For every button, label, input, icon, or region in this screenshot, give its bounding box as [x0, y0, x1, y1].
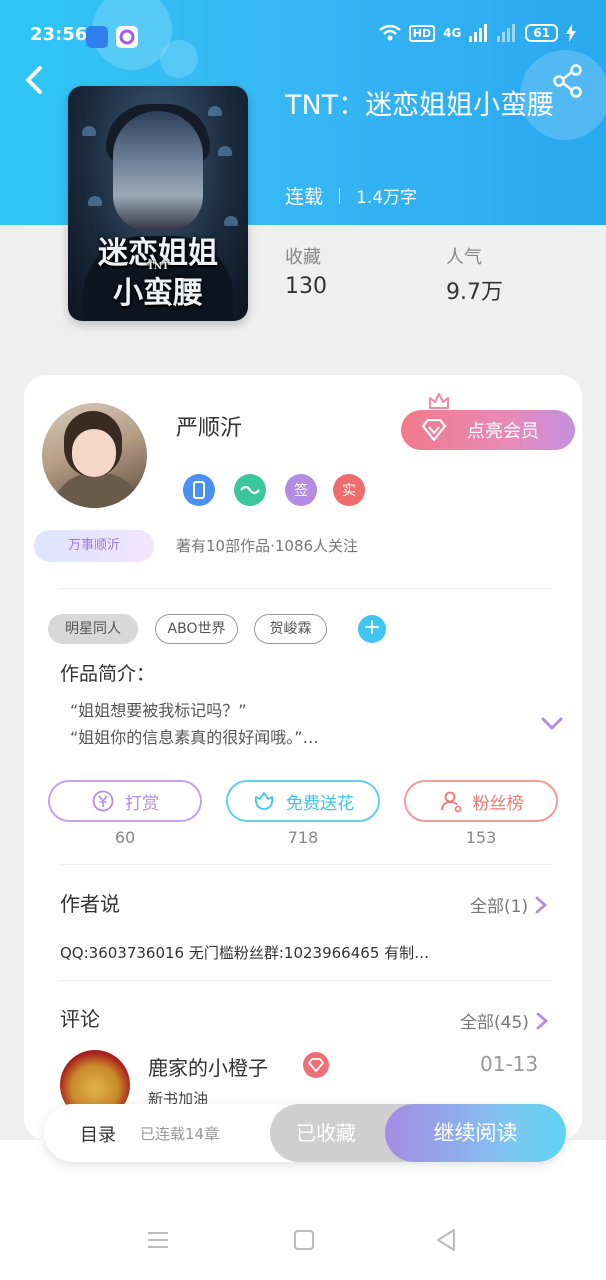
status-time: 23:56	[30, 24, 88, 45]
intro-line: “姐姐想要被我标记吗？”	[70, 701, 247, 720]
popularity-label: 人气	[446, 247, 482, 268]
home-nav-icon[interactable]	[292, 1228, 316, 1252]
vip-button-label: 点亮会员	[467, 421, 539, 442]
book-meta: 连载 1.4万字	[285, 182, 417, 209]
book-status: 连载	[285, 186, 324, 208]
share-icon[interactable]	[552, 64, 584, 98]
handshake-icon[interactable]	[234, 474, 266, 506]
collect-label: 收藏	[285, 247, 321, 268]
book-cover[interactable]: 迷恋姐姐 TNT 小蛮腰	[68, 86, 248, 321]
network-label: 4G	[443, 26, 462, 40]
verified-icon[interactable]: 实	[333, 474, 365, 506]
status-bar: 23:56 HD 4G 61	[0, 0, 606, 72]
intro-line: “姐姐你的信息素真的很好闻哦。”…	[70, 728, 319, 747]
cover-title-line2: 小蛮腰	[113, 276, 203, 311]
flower-count: 718	[287, 828, 319, 847]
fans-count: 153	[465, 828, 497, 847]
crown-icon	[429, 393, 449, 409]
comments-heading: 评论	[60, 1007, 100, 1031]
reward-button[interactable]: 打赏	[48, 780, 202, 822]
back-icon[interactable]	[20, 62, 52, 98]
author-say-more[interactable]: 全部(1)	[470, 892, 548, 917]
tag-chip[interactable]: 明星同人	[48, 614, 138, 644]
fans-rank-label: 粉丝榜	[472, 793, 524, 814]
add-tag-button[interactable]: +	[358, 615, 386, 643]
back-nav-icon[interactable]	[434, 1228, 458, 1252]
fans-rank-button[interactable]: 粉丝榜	[404, 780, 558, 822]
comments-more[interactable]: 全部(45)	[460, 1008, 549, 1033]
author-name[interactable]: 严顺沂	[176, 410, 242, 442]
author-works: 著有10部作品·1086人关注	[176, 537, 359, 555]
book-title: TNT：迷恋姐姐小蛮腰	[285, 90, 555, 121]
tag-chip[interactable]: ABO世界	[155, 614, 238, 644]
intro-heading: 作品简介：	[60, 663, 156, 685]
tag-chip[interactable]: 贺峻霖	[254, 614, 327, 644]
signal-off-icon	[497, 24, 516, 42]
chevron-down-icon[interactable]	[540, 714, 564, 734]
author-tag: 万事顺沂	[34, 530, 154, 562]
vip-button[interactable]: 点亮会员	[401, 410, 575, 450]
wifi-icon	[379, 24, 401, 41]
flower-icon	[254, 792, 274, 810]
toc-button[interactable]: 目录	[80, 1121, 116, 1147]
author-say-text[interactable]: QQ:3603736016 无门槛粉丝群:1023966465 有制…	[60, 942, 429, 963]
comments-more-label: 全部(45)	[460, 1013, 529, 1033]
reward-count: 60	[114, 828, 136, 847]
android-app-icon	[86, 26, 108, 48]
user-icon	[440, 791, 461, 813]
free-flower-button[interactable]: 免费送花	[226, 780, 380, 822]
phone-icon[interactable]	[183, 474, 215, 506]
yuan-icon	[92, 790, 114, 812]
author-avatar[interactable]	[42, 403, 147, 508]
collect-value: 130	[285, 274, 327, 299]
popularity-value: 9.7万	[446, 280, 503, 305]
sign-icon[interactable]: 签	[285, 474, 317, 506]
battery-icon: 61	[525, 24, 558, 42]
diamond-icon	[421, 419, 447, 441]
chapter-count: 已连载14章	[140, 1125, 220, 1143]
commenter-name[interactable]: 鹿家的小橙子	[148, 1052, 268, 1081]
charging-icon	[566, 24, 576, 42]
hd-icon: HD	[408, 24, 436, 42]
record-app-icon	[116, 26, 138, 48]
menu-nav-icon[interactable]	[146, 1228, 170, 1252]
continue-reading-button[interactable]: 继续阅读	[385, 1104, 566, 1162]
book-words: 1.4万字	[356, 188, 418, 208]
reward-label: 打赏	[125, 793, 159, 814]
chevron-right-icon	[535, 896, 548, 913]
author-say-heading: 作者说	[60, 892, 120, 916]
comment-date: 01-13	[480, 1052, 539, 1076]
chevron-right-icon	[536, 1012, 549, 1029]
diamond-icon	[303, 1052, 329, 1078]
author-say-more-label: 全部(1)	[470, 897, 529, 917]
signal-icon	[469, 24, 488, 42]
free-flower-label: 免费送花	[286, 793, 354, 814]
